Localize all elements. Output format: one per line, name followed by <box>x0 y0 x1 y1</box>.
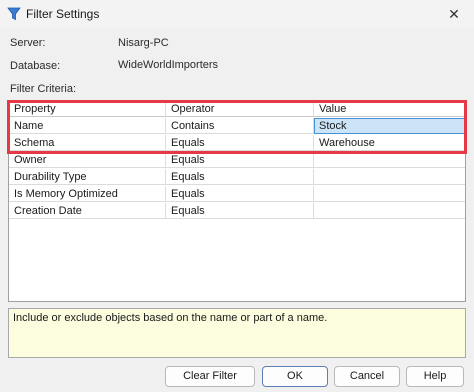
filter-criteria-label: Filter Criteria: <box>10 83 77 95</box>
database-label: Database: <box>10 60 61 72</box>
property-cell: Schema <box>9 135 166 151</box>
window-title: Filter Settings <box>26 7 100 21</box>
property-cell: Name <box>9 118 166 134</box>
property-cell: Creation Date <box>9 203 166 219</box>
ok-button[interactable]: OK <box>262 366 328 387</box>
table-row[interactable]: Creation Date Equals <box>9 203 465 219</box>
server-label: Server: <box>10 37 46 49</box>
title-bar: Filter Settings ✕ <box>0 0 474 28</box>
operator-cell[interactable]: Contains <box>166 118 314 134</box>
grid-header-row: Property Operator Value <box>9 101 465 117</box>
help-button[interactable]: Help <box>406 366 464 387</box>
table-row[interactable]: Schema Equals Warehouse <box>9 135 465 151</box>
close-button[interactable]: ✕ <box>434 0 474 28</box>
value-cell[interactable]: Warehouse <box>314 135 465 151</box>
close-icon: ✕ <box>448 5 460 22</box>
table-row[interactable]: Is Memory Optimized Equals <box>9 186 465 202</box>
operator-cell[interactable]: Equals <box>166 135 314 151</box>
property-cell: Owner <box>9 152 166 168</box>
column-header-operator: Operator <box>166 101 314 117</box>
filter-icon <box>7 7 21 21</box>
server-value: Nisarg-PC <box>118 37 169 49</box>
value-cell[interactable]: Stock <box>314 118 465 134</box>
column-header-value: Value <box>314 101 465 117</box>
operator-cell[interactable]: Equals <box>166 152 314 168</box>
table-row[interactable]: Durability Type Equals <box>9 169 465 185</box>
operator-cell[interactable]: Equals <box>166 186 314 202</box>
filter-grid[interactable]: Property Operator Value Name Contains St… <box>8 100 466 302</box>
property-cell: Durability Type <box>9 169 166 185</box>
clear-filter-button[interactable]: Clear Filter <box>165 366 255 387</box>
value-cell[interactable] <box>314 169 465 185</box>
table-row[interactable]: Name Contains Stock <box>9 118 465 134</box>
value-cell[interactable] <box>314 152 465 168</box>
operator-cell[interactable]: Equals <box>166 203 314 219</box>
cancel-button[interactable]: Cancel <box>334 366 400 387</box>
value-cell[interactable] <box>314 203 465 219</box>
column-header-property: Property <box>9 101 166 117</box>
database-value: WideWorldImporters <box>118 59 219 71</box>
table-row[interactable]: Owner Equals <box>9 152 465 168</box>
description-panel: Include or exclude objects based on the … <box>8 308 466 358</box>
property-cell: Is Memory Optimized <box>9 186 166 202</box>
operator-cell[interactable]: Equals <box>166 169 314 185</box>
value-cell[interactable] <box>314 186 465 202</box>
